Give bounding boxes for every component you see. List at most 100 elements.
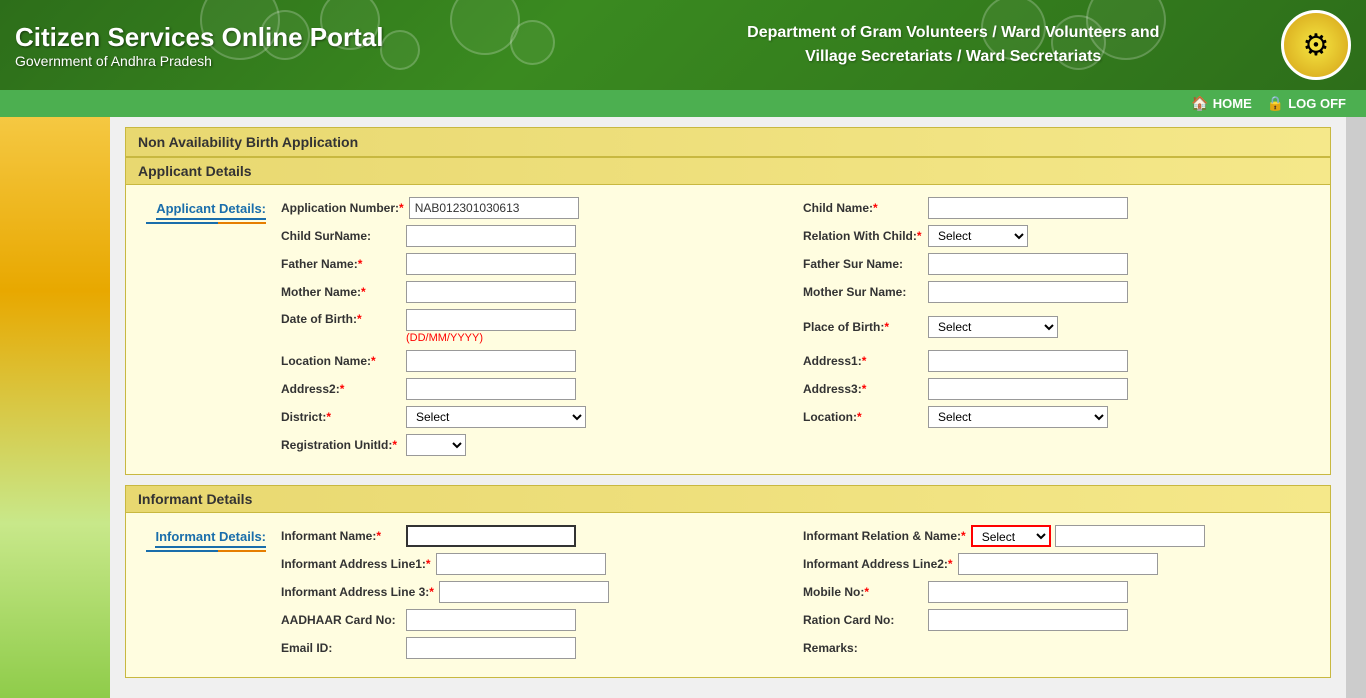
logoff-link[interactable]: 🔒 LOG OFF xyxy=(1267,95,1346,112)
informant-addr2-group: Informant Address Line2:* xyxy=(798,553,1320,575)
child-surname-group: Child SurName: xyxy=(276,225,798,247)
informant-relation-label: Informant Relation & Name:* xyxy=(803,529,966,543)
informant-details-body: Informant Details: Informant Name:* xyxy=(126,513,1330,677)
informant-addr1-input[interactable] xyxy=(436,553,606,575)
remarks-label: Remarks: xyxy=(803,641,923,655)
form-row-1: Application Number:* Child Name:* xyxy=(276,197,1320,219)
email-label: Email ID: xyxy=(281,641,401,655)
informant-relation-select[interactable]: Select xyxy=(971,525,1051,547)
informant-details-header: Informant Details xyxy=(126,486,1330,513)
address1-input[interactable] xyxy=(928,350,1128,372)
applicant-details-body: Applicant Details: Application Number:* xyxy=(126,185,1330,474)
informant-row-3: Informant Address Line 3:* Mobile No:* xyxy=(276,581,1320,603)
form-row-8: District:* Select Location:* xyxy=(276,406,1320,428)
label-underline xyxy=(146,222,266,224)
informant-name-input[interactable] xyxy=(406,525,576,547)
home-link[interactable]: 🏠 HOME xyxy=(1191,95,1251,112)
child-name-label: Child Name:* xyxy=(803,201,923,215)
registration-unitid-label: Registration UnitId:* xyxy=(281,438,401,452)
informant-row-2: Informant Address Line1:* Informant Addr… xyxy=(276,553,1320,575)
address1-group: Address1:* xyxy=(798,350,1320,372)
mother-surname-input[interactable] xyxy=(928,281,1128,303)
location-name-label: Location Name:* xyxy=(281,354,401,368)
form-row-7: Address2:* Address3:* xyxy=(276,378,1320,400)
applicant-label-col: Applicant Details: xyxy=(136,193,276,466)
applicant-details-header: Applicant Details xyxy=(126,158,1330,185)
mother-surname-group: Mother Sur Name: xyxy=(798,281,1320,303)
informant-addr2-input[interactable] xyxy=(958,553,1158,575)
form-row-2: Child SurName: Relation With Child:* Sel… xyxy=(276,225,1320,247)
dob-label: Date of Birth:* xyxy=(281,312,401,326)
address3-input[interactable] xyxy=(928,378,1128,400)
ration-card-input[interactable] xyxy=(928,609,1128,631)
place-of-birth-select[interactable]: Select xyxy=(928,316,1058,338)
dob-group: Date of Birth:* (DD/MM/YYYY) xyxy=(276,309,798,344)
informant-form-section: Informant Details: Informant Name:* xyxy=(136,521,1320,669)
mother-name-input[interactable] xyxy=(406,281,576,303)
registration-unitid-select[interactable] xyxy=(406,434,466,456)
aadhaar-label: AADHAAR Card No: xyxy=(281,613,401,627)
father-surname-group: Father Sur Name: xyxy=(798,253,1320,275)
email-input[interactable] xyxy=(406,637,576,659)
father-name-label: Father Name:* xyxy=(281,257,401,271)
header-left: Citizen Services Online Portal Governmen… xyxy=(15,22,641,69)
mother-surname-label: Mother Sur Name: xyxy=(803,285,923,299)
relation-with-child-select[interactable]: Select xyxy=(928,225,1028,247)
email-group: Email ID: xyxy=(276,637,798,659)
aadhaar-input[interactable] xyxy=(406,609,576,631)
navigation-bar: 🏠 HOME 🔒 LOG OFF xyxy=(0,90,1366,117)
informant-addr3-label: Informant Address Line 3:* xyxy=(281,585,434,599)
application-number-group: Application Number:* xyxy=(276,197,798,219)
father-name-input[interactable] xyxy=(406,253,576,275)
registration-unitid-group: Registration UnitId:* xyxy=(276,434,1320,456)
district-label: District:* xyxy=(281,410,401,424)
dob-input-group: (DD/MM/YYYY) xyxy=(406,309,576,344)
informant-row-5: Email ID: Remarks: xyxy=(276,637,1320,659)
left-sidebar xyxy=(0,117,110,698)
informant-addr2-label: Informant Address Line2:* xyxy=(803,557,953,571)
portal-title: Citizen Services Online Portal xyxy=(15,22,641,53)
address2-label: Address2:* xyxy=(281,382,401,396)
applicant-form-fields: Application Number:* Child Name:* xyxy=(276,193,1320,466)
location-select[interactable]: Select xyxy=(928,406,1108,428)
informant-label-col: Informant Details: xyxy=(136,521,276,669)
district-select[interactable]: Select xyxy=(406,406,586,428)
informant-row-4: AADHAAR Card No: Ration Card No: xyxy=(276,609,1320,631)
informant-relation-group: Informant Relation & Name:* Select xyxy=(798,525,1320,547)
father-name-group: Father Name:* xyxy=(276,253,798,275)
applicant-details-label: Applicant Details: xyxy=(156,201,266,220)
father-surname-input[interactable] xyxy=(928,253,1128,275)
child-surname-input[interactable] xyxy=(406,225,576,247)
location-label: Location:* xyxy=(803,410,923,424)
mother-name-label: Mother Name:* xyxy=(281,285,401,299)
dob-hint: (DD/MM/YYYY) xyxy=(406,332,576,344)
child-name-input[interactable] xyxy=(928,197,1128,219)
address1-label: Address1:* xyxy=(803,354,923,368)
home-icon: 🏠 xyxy=(1191,95,1208,112)
informant-form-fields: Informant Name:* Informant Relation & Na… xyxy=(276,521,1320,669)
district-group: District:* Select xyxy=(276,406,798,428)
place-of-birth-label: Place of Birth:* xyxy=(803,320,923,334)
location-name-input[interactable] xyxy=(406,350,576,372)
application-number-input[interactable] xyxy=(409,197,579,219)
relation-with-child-label: Relation With Child:* xyxy=(803,229,923,243)
remarks-group: Remarks: xyxy=(798,641,1320,655)
informant-relation-name-input[interactable] xyxy=(1055,525,1205,547)
ration-card-group: Ration Card No: xyxy=(798,609,1320,631)
page-header: Citizen Services Online Portal Governmen… xyxy=(0,0,1366,90)
informant-addr1-label: Informant Address Line1:* xyxy=(281,557,431,571)
address2-input[interactable] xyxy=(406,378,576,400)
header-dept-name: Department of Gram Volunteers / Ward Vol… xyxy=(641,21,1267,69)
portal-subtitle: Government of Andhra Pradesh xyxy=(15,53,641,69)
applicant-details-panel: Applicant Details Applicant Details: xyxy=(125,157,1331,475)
child-surname-label: Child SurName: xyxy=(281,229,401,243)
informant-details-label: Informant Details: xyxy=(155,529,266,548)
location-name-group: Location Name:* xyxy=(276,350,798,372)
informant-addr3-input[interactable] xyxy=(439,581,609,603)
place-of-birth-group: Place of Birth:* Select xyxy=(798,316,1320,338)
dob-input[interactable] xyxy=(406,309,576,331)
mobile-no-input[interactable] xyxy=(928,581,1128,603)
header-logo: ⚙ xyxy=(1281,10,1351,80)
aadhaar-group: AADHAAR Card No: xyxy=(276,609,798,631)
child-name-group: Child Name:* xyxy=(798,197,1320,219)
